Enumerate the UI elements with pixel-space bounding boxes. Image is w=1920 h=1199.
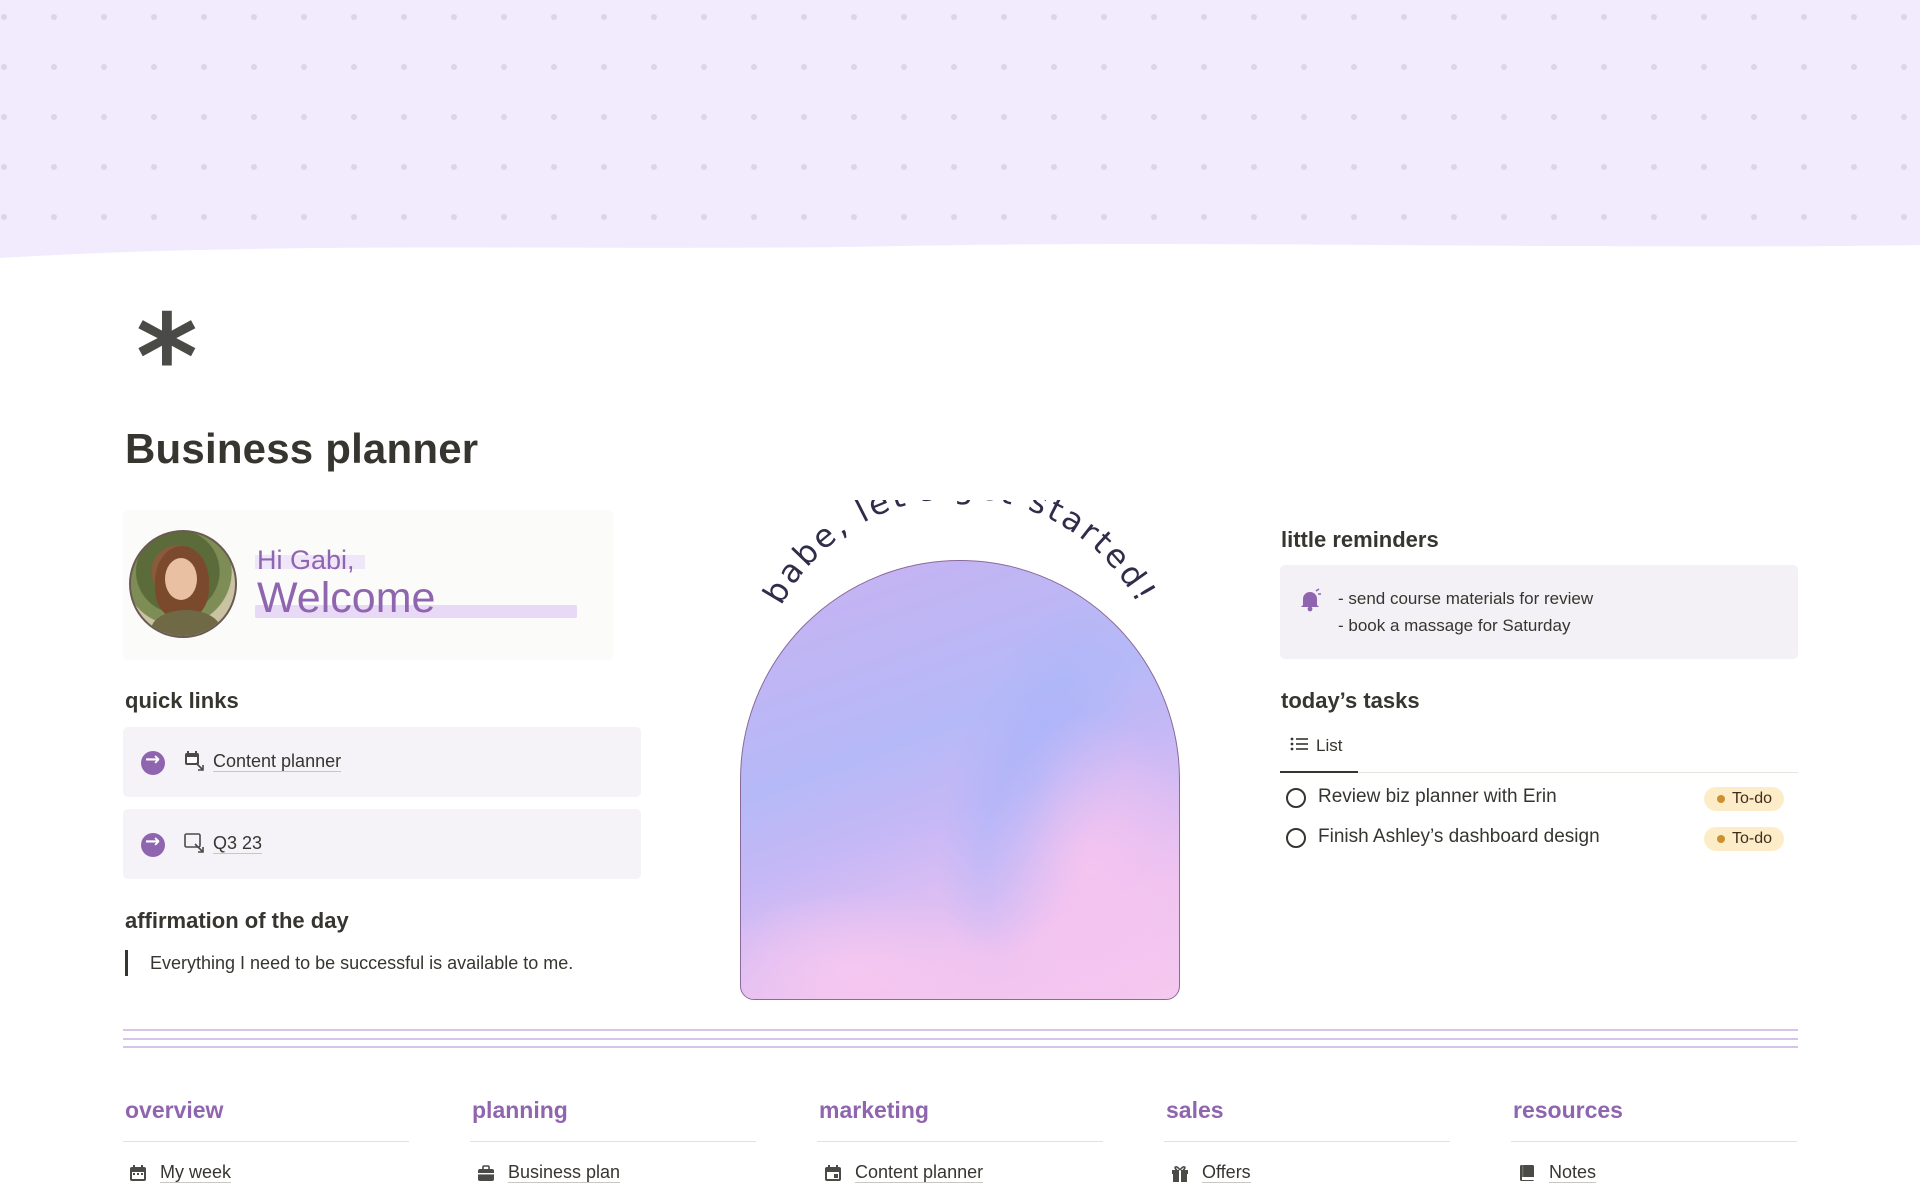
calendar-icon — [823, 1163, 843, 1183]
arch-caption: babe, let's get started! — [755, 500, 1165, 610]
task-label[interactable]: Finish Ashley’s dashboard design — [1318, 826, 1600, 848]
divider — [123, 1038, 1798, 1040]
nav-item-label[interactable]: Notes — [1549, 1162, 1597, 1183]
divider — [123, 1046, 1798, 1048]
column-rule — [1164, 1141, 1450, 1142]
reminder-line: - send course materials for review — [1338, 589, 1594, 608]
reminders-heading: little reminders — [1281, 527, 1439, 552]
column-rule — [470, 1141, 756, 1142]
window-link-icon — [183, 831, 205, 853]
column-rule — [817, 1141, 1103, 1142]
nav-item-label[interactable]: Business plan — [508, 1162, 621, 1183]
asterisk-icon[interactable]: * — [136, 298, 216, 416]
book-icon — [1517, 1163, 1537, 1183]
column-rule — [123, 1141, 409, 1142]
quick-links-heading: quick links — [125, 688, 239, 713]
calendar-link-icon — [183, 749, 205, 771]
reminder-line: - book a massage for Saturday — [1338, 616, 1571, 635]
reminders-callout: - send course materials for review - boo… — [1280, 565, 1798, 659]
column-title-planning: planning — [472, 1097, 568, 1123]
task-label[interactable]: Review biz planner with Erin — [1318, 786, 1557, 808]
affirmation-heading: affirmation of the day — [125, 908, 349, 933]
tab-list-view[interactable]: List — [1290, 736, 1342, 756]
page-title: Business planner — [125, 425, 479, 472]
column-title-marketing: marketing — [819, 1097, 929, 1123]
briefcase-icon — [476, 1163, 496, 1183]
nav-item-label[interactable]: My week — [160, 1162, 232, 1183]
quick-link-label[interactable]: Q3 23 — [213, 833, 263, 854]
calendar-icon — [128, 1163, 148, 1183]
quick-link-label[interactable]: Content planner — [213, 751, 342, 772]
task-checkbox[interactable] — [1286, 828, 1306, 848]
status-badge[interactable]: To-do — [1703, 787, 1784, 811]
greeting-text: Hi Gabi, — [257, 545, 355, 575]
nav-item-label[interactable]: Content planner — [855, 1162, 984, 1183]
arrow-right-icon — [141, 749, 165, 775]
bell-icon — [1297, 587, 1323, 613]
nav-item-label[interactable]: Offers — [1202, 1162, 1251, 1183]
divider — [123, 1029, 1798, 1031]
gift-icon — [1170, 1163, 1190, 1183]
column-title-sales: sales — [1166, 1097, 1224, 1123]
svg-text:babe, let's get started!: babe, let's get started! — [755, 500, 1165, 610]
tab-label[interactable]: List — [1316, 736, 1342, 755]
cover-banner — [0, 0, 1920, 262]
affirmation-quote: Everything I need to be successful is av… — [125, 950, 573, 976]
list-icon — [1290, 736, 1308, 756]
arch-graphic: babe, let's get started! — [740, 500, 1180, 1000]
column-rule — [1511, 1141, 1797, 1142]
column-title-overview: overview — [125, 1097, 224, 1123]
task-row[interactable]: Review biz planner with Erin To-do — [1286, 782, 1798, 816]
tasks-heading: today’s tasks — [1281, 688, 1420, 713]
task-row[interactable]: Finish Ashley’s dashboard design To-do — [1286, 822, 1798, 856]
active-tab-indicator — [1280, 771, 1358, 773]
status-badge[interactable]: To-do — [1703, 827, 1784, 851]
quick-link-q3[interactable]: Q3 23 — [123, 809, 641, 879]
welcome-heading: Welcome — [257, 574, 436, 622]
column-title-resources: resources — [1513, 1097, 1623, 1123]
task-checkbox[interactable] — [1286, 788, 1306, 808]
user-avatar — [129, 530, 237, 638]
quick-link-content-planner[interactable]: Content planner — [123, 727, 641, 797]
arrow-right-icon — [141, 831, 165, 857]
